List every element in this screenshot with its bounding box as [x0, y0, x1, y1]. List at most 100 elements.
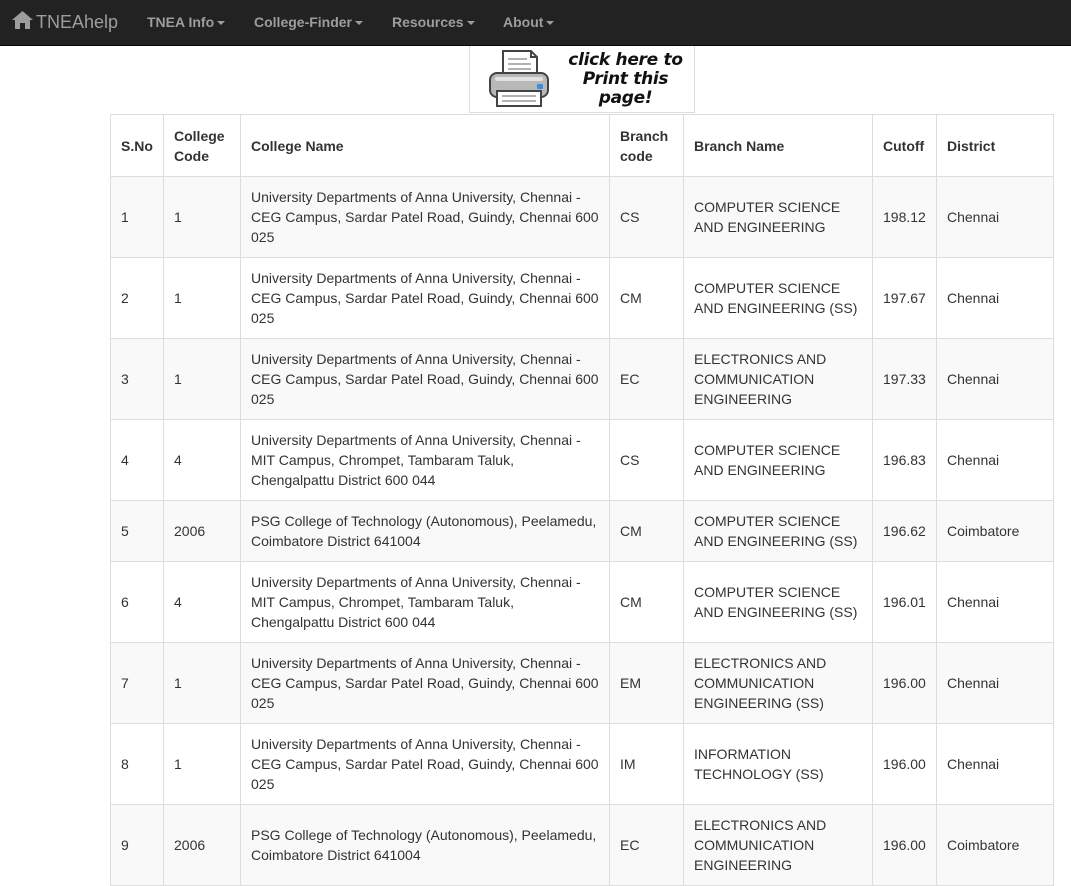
cell-college-code: 1 — [163, 338, 241, 420]
cell-college-code: 4 — [163, 561, 241, 643]
cell-college-code: 1 — [163, 176, 241, 258]
cell-college-name: PSG College of Technology (Autonomous), … — [240, 500, 610, 562]
home-icon — [12, 10, 36, 34]
table-row: 4 4 University Departments of Anna Unive… — [110, 419, 1054, 501]
header-district: District — [936, 114, 1054, 177]
cell-sno: 6 — [110, 561, 164, 643]
caret-down-icon — [546, 21, 555, 25]
cell-branch-code: IM — [609, 723, 684, 805]
cell-district: Coimbatore — [936, 804, 1054, 886]
cell-district: Chennai — [936, 642, 1054, 724]
header-branch-code: Branch code — [609, 114, 684, 177]
cell-sno: 2 — [110, 257, 164, 339]
nav-label: Resources — [392, 14, 464, 30]
cell-district: Coimbatore — [936, 500, 1054, 562]
cell-branch-name: ELECTRONICS AND COMMUNICATION ENGINEERIN… — [683, 338, 873, 420]
table-row: 3 1 University Departments of Anna Unive… — [110, 338, 1054, 420]
print-label-line1: click here to — [568, 49, 683, 70]
cutoff-results-table: S.No College Code College Name Branch co… — [110, 114, 1054, 886]
cell-college-code: 2006 — [163, 804, 241, 886]
cell-sno: 5 — [110, 500, 164, 562]
cell-branch-name: COMPUTER SCIENCE AND ENGINEERING — [683, 419, 873, 501]
cell-cutoff: 197.67 — [872, 257, 937, 339]
printer-icon — [487, 49, 551, 109]
header-branch-name: Branch Name — [683, 114, 873, 177]
caret-down-icon — [355, 21, 364, 25]
cell-branch-code: EC — [609, 338, 684, 420]
cell-district: Chennai — [936, 338, 1054, 420]
cell-branch-code: CS — [609, 176, 684, 258]
cell-sno: 7 — [110, 642, 164, 724]
table-row: 2 1 University Departments of Anna Unive… — [110, 257, 1054, 339]
nav-college-finder[interactable]: College-Finder — [254, 0, 364, 44]
table-row: 9 2006 PSG College of Technology (Autono… — [110, 804, 1054, 886]
nav-label: College-Finder — [254, 14, 353, 30]
nav-label: TNEA Info — [147, 14, 215, 30]
cell-sno: 1 — [110, 176, 164, 258]
cell-branch-name: COMPUTER SCIENCE AND ENGINEERING (SS) — [683, 500, 873, 562]
cell-college-name: University Departments of Anna Universit… — [240, 176, 610, 258]
cell-branch-name: ELECTRONICS AND COMMUNICATION ENGINEERIN… — [683, 804, 873, 886]
nav-resources[interactable]: Resources — [392, 0, 475, 44]
brand-label: TNEAhelp — [36, 11, 119, 32]
table-row: 5 2006 PSG College of Technology (Autono… — [110, 500, 1054, 562]
cell-cutoff: 196.83 — [872, 419, 937, 501]
cell-sno: 3 — [110, 338, 164, 420]
table-row: 1 1 University Departments of Anna Unive… — [110, 176, 1054, 258]
cell-branch-code: CS — [609, 419, 684, 501]
table-row: 7 1 University Departments of Anna Unive… — [110, 642, 1054, 724]
cell-cutoff: 196.00 — [872, 804, 937, 886]
cell-college-name: University Departments of Anna Universit… — [240, 419, 610, 501]
cell-cutoff: 196.62 — [872, 500, 937, 562]
cell-cutoff: 196.01 — [872, 561, 937, 643]
cell-branch-name: COMPUTER SCIENCE AND ENGINEERING (SS) — [683, 561, 873, 643]
cell-branch-code: EM — [609, 642, 684, 724]
cell-college-name: University Departments of Anna Universit… — [240, 723, 610, 805]
cell-college-name: University Departments of Anna Universit… — [240, 642, 610, 724]
print-label: click here to Print this page! — [557, 49, 694, 108]
cell-college-name: University Departments of Anna Universit… — [240, 338, 610, 420]
top-navbar: TNEAhelp TNEA Info College-Finder Resour… — [0, 0, 1071, 46]
cell-branch-name: ELECTRONICS AND COMMUNICATION ENGINEERIN… — [683, 642, 873, 724]
cell-sno: 8 — [110, 723, 164, 805]
caret-down-icon — [217, 21, 226, 25]
header-college-name: College Name — [240, 114, 610, 177]
print-page-button[interactable]: click here to Print this page! — [469, 46, 695, 113]
cell-college-code: 1 — [163, 257, 241, 339]
cell-sno: 9 — [110, 804, 164, 886]
cell-district: Chennai — [936, 257, 1054, 339]
print-label-line2: Print this page! — [582, 68, 669, 108]
cell-branch-code: CM — [609, 561, 684, 643]
cell-college-code: 4 — [163, 419, 241, 501]
cell-college-name: University Departments of Anna Universit… — [240, 257, 610, 339]
table-row: 6 4 University Departments of Anna Unive… — [110, 561, 1054, 643]
cell-district: Chennai — [936, 419, 1054, 501]
cell-college-name: University Departments of Anna Universit… — [240, 561, 610, 643]
cell-sno: 4 — [110, 419, 164, 501]
table-header-row: S.No College Code College Name Branch co… — [110, 114, 1054, 177]
header-cutoff: Cutoff — [872, 114, 937, 177]
cell-branch-name: COMPUTER SCIENCE AND ENGINEERING — [683, 176, 873, 258]
cell-district: Chennai — [936, 176, 1054, 258]
cell-branch-name: INFORMATION TECHNOLOGY (SS) — [683, 723, 873, 805]
cell-college-code: 1 — [163, 642, 241, 724]
cell-college-code: 2006 — [163, 500, 241, 562]
nav-about[interactable]: About — [503, 0, 555, 44]
cell-cutoff: 196.00 — [872, 642, 937, 724]
header-college-code: College Code — [163, 114, 241, 177]
cell-college-name: PSG College of Technology (Autonomous), … — [240, 804, 610, 886]
nav-tnea-info[interactable]: TNEA Info — [147, 0, 226, 44]
cell-cutoff: 196.00 — [872, 723, 937, 805]
cell-college-code: 1 — [163, 723, 241, 805]
brand-link[interactable]: TNEAhelp — [12, 0, 118, 44]
table-row: 8 1 University Departments of Anna Unive… — [110, 723, 1054, 805]
cell-branch-code: CM — [609, 500, 684, 562]
cell-district: Chennai — [936, 723, 1054, 805]
nav-label: About — [503, 14, 544, 30]
cell-cutoff: 198.12 — [872, 176, 937, 258]
cell-branch-name: COMPUTER SCIENCE AND ENGINEERING (SS) — [683, 257, 873, 339]
caret-down-icon — [466, 21, 475, 25]
cell-branch-code: CM — [609, 257, 684, 339]
cell-district: Chennai — [936, 561, 1054, 643]
cell-cutoff: 197.33 — [872, 338, 937, 420]
